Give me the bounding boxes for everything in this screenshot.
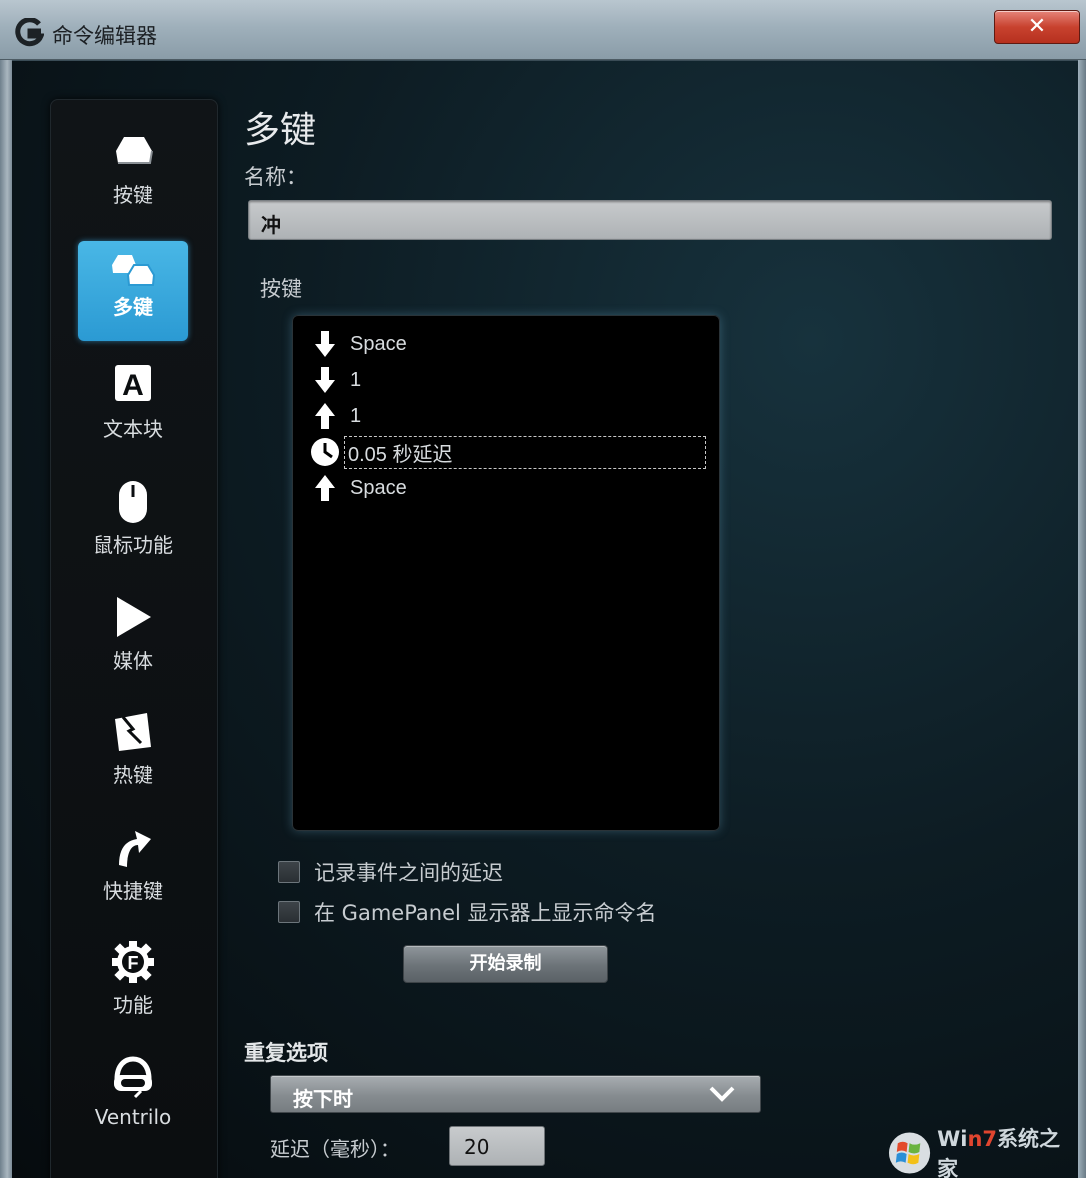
sidebar-item-label: 按键 bbox=[113, 183, 153, 207]
record-delays-checkbox[interactable] bbox=[278, 861, 300, 883]
site-watermark: Win7系统之家 bbox=[888, 1127, 1078, 1178]
record-delays-option[interactable]: 记录事件之间的延迟 bbox=[278, 858, 503, 886]
keys-label: 按键 bbox=[260, 277, 302, 301]
page-title: 多键 bbox=[244, 110, 317, 151]
list-item[interactable]: 1 bbox=[310, 363, 706, 397]
name-input[interactable]: 冲 bbox=[248, 200, 1052, 240]
key-event-list[interactable]: Space 1 1 0.05 秒延迟 Space bbox=[292, 315, 720, 831]
svg-text:A: A bbox=[122, 369, 144, 402]
headset-icon bbox=[78, 1055, 188, 1103]
command-type-sidebar: 按键 多键 A 文本块 鼠标功能 媒体 热键 快捷键 F 功能 Ventrilo bbox=[50, 99, 218, 1178]
sidebar-item-label: 文本块 bbox=[103, 417, 163, 441]
chevron-down-icon bbox=[708, 1084, 736, 1108]
window-content: 按键 多键 A 文本块 鼠标功能 媒体 热键 快捷键 F 功能 Ventrilo… bbox=[12, 60, 1078, 1178]
play-icon bbox=[78, 595, 188, 643]
sidebar-item-keystroke[interactable]: 按键 bbox=[78, 129, 188, 229]
sidebar-item-ventrilo[interactable]: Ventrilo bbox=[78, 1055, 188, 1155]
sidebar-item-label: 鼠标功能 bbox=[93, 533, 173, 557]
sidebar-item-media[interactable]: 媒体 bbox=[78, 595, 188, 695]
arrow-down-icon bbox=[310, 329, 340, 359]
shortcut-arrow-icon bbox=[78, 825, 188, 873]
key-event-text: 0.05 秒延迟 bbox=[344, 435, 706, 469]
logitech-g-logo-icon bbox=[14, 17, 45, 48]
window-title: 命令编辑器 bbox=[52, 24, 157, 48]
svg-text:F: F bbox=[128, 953, 139, 973]
key-icon bbox=[78, 129, 188, 177]
show-on-gamepanel-checkbox[interactable] bbox=[278, 901, 300, 923]
repeat-selected-value: 按下时 bbox=[293, 1087, 353, 1111]
sidebar-item-shortcut[interactable]: 快捷键 bbox=[78, 825, 188, 925]
close-button[interactable]: ✕ bbox=[994, 10, 1080, 44]
sidebar-item-mouse-function[interactable]: 鼠标功能 bbox=[78, 479, 188, 579]
checkbox-label: 在 GamePanel 显示器上显示命令名 bbox=[314, 901, 657, 925]
list-item[interactable]: Space bbox=[310, 471, 706, 505]
start-recording-button[interactable]: 开始录制 bbox=[403, 945, 608, 983]
window-frame-left bbox=[0, 60, 12, 1178]
windows-logo-icon bbox=[888, 1132, 931, 1174]
list-item-selected[interactable]: 0.05 秒延迟 bbox=[310, 435, 706, 469]
arrow-up-icon bbox=[310, 473, 340, 503]
sidebar-item-label: 功能 bbox=[113, 993, 153, 1017]
key-event-text: Space bbox=[350, 332, 407, 355]
sidebar-item-label: 多键 bbox=[113, 295, 153, 319]
sidebar-item-multikey[interactable]: 多键 bbox=[78, 241, 188, 341]
function-gear-icon: F bbox=[78, 939, 188, 987]
name-label: 名称： bbox=[244, 165, 307, 189]
sidebar-item-text-block[interactable]: A 文本块 bbox=[78, 363, 188, 463]
mouse-icon bbox=[78, 479, 188, 527]
key-event-text: 1 bbox=[350, 368, 362, 391]
key-event-text: 1 bbox=[350, 404, 362, 427]
checkbox-label: 记录事件之间的延迟 bbox=[314, 861, 503, 885]
title-bar: 命令编辑器 ✕ bbox=[0, 0, 1086, 60]
window-frame-right bbox=[1078, 60, 1086, 1178]
multikey-icon bbox=[78, 241, 188, 289]
sidebar-item-hotkey[interactable]: 热键 bbox=[78, 709, 188, 809]
sidebar-item-label: 媒体 bbox=[113, 649, 153, 673]
repeat-options-dropdown[interactable]: 按下时 bbox=[270, 1075, 761, 1113]
show-on-gamepanel-option[interactable]: 在 GamePanel 显示器上显示命令名 bbox=[278, 898, 657, 926]
delay-ms-label: 延迟（毫秒）： bbox=[270, 1137, 400, 1161]
sidebar-item-function[interactable]: F 功能 bbox=[78, 939, 188, 1039]
watermark-seven: n7 bbox=[967, 1127, 998, 1151]
arrow-up-icon bbox=[310, 401, 340, 431]
sidebar-item-label: 热键 bbox=[113, 763, 153, 787]
list-item[interactable]: Space bbox=[310, 327, 706, 361]
watermark-text: Win7系统之家 bbox=[937, 1123, 1078, 1178]
list-item[interactable]: 1 bbox=[310, 399, 706, 433]
repeat-options-label: 重复选项 bbox=[244, 1041, 328, 1065]
arrow-down-icon bbox=[310, 365, 340, 395]
watermark-prefix: Wi bbox=[937, 1127, 968, 1151]
sidebar-item-label: 快捷键 bbox=[103, 879, 163, 903]
hotkey-icon bbox=[78, 709, 188, 757]
key-event-text: Space bbox=[350, 476, 407, 499]
delay-ms-input[interactable]: 20 bbox=[449, 1126, 545, 1166]
clock-icon bbox=[310, 437, 340, 467]
sidebar-item-label: Ventrilo bbox=[94, 1105, 172, 1129]
text-block-icon: A bbox=[78, 363, 188, 411]
